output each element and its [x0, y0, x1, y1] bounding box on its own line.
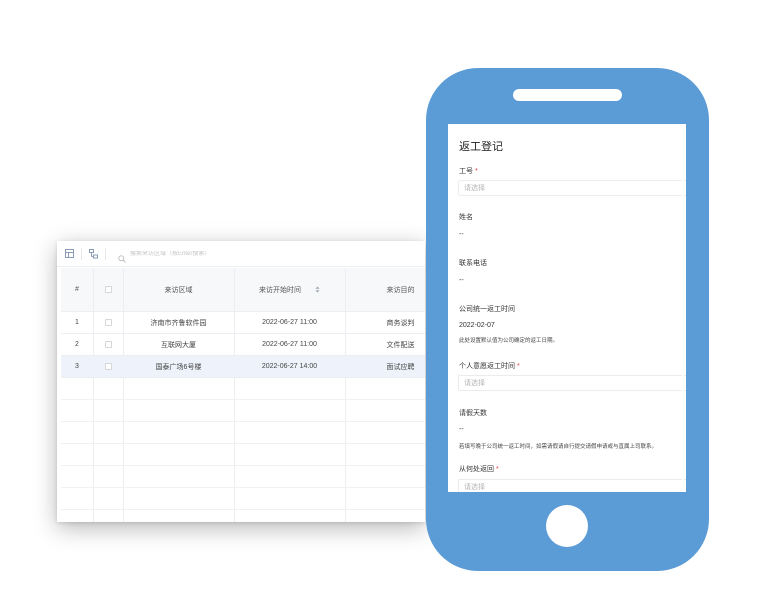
name-value: --: [459, 231, 464, 238]
column-header-index: #: [75, 286, 79, 293]
select-all-checkbox-cell: [93, 268, 123, 311]
row-checkbox[interactable]: [104, 319, 112, 326]
table-settings-icon[interactable]: [64, 248, 75, 259]
row-start-time: 2022-06-27 14:00: [261, 363, 318, 370]
name-label: 姓名: [459, 214, 473, 221]
table-toolbar: [57, 241, 425, 267]
row-purpose-link[interactable]: 文件配送: [345, 334, 425, 355]
required-marker: *: [496, 466, 499, 473]
phone-speaker: [513, 89, 622, 101]
row-checkbox[interactable]: [104, 341, 112, 348]
column-header-purpose[interactable]: 来访目的: [345, 268, 425, 311]
form-title: 返工登记: [459, 141, 503, 153]
row-start-time: 2022-06-27 11:00: [262, 341, 317, 348]
row-area-link[interactable]: 国泰广场6号楼: [123, 356, 234, 377]
row-index: 1: [75, 319, 79, 326]
table-row[interactable]: 3 国泰广场6号楼 2022-06-27 14:00 面试应聘: [61, 356, 425, 378]
personal-return-date-picker[interactable]: [458, 375, 686, 391]
empty-row: [61, 378, 425, 400]
row-purpose-link[interactable]: 面试应聘: [345, 356, 425, 377]
row-checkbox-cell: [93, 312, 123, 333]
screen-scrollbar[interactable]: [682, 124, 684, 492]
row-area-link[interactable]: 济南市齐鲁软件园: [123, 312, 234, 333]
search-input[interactable]: [130, 250, 280, 257]
phone-screen: 返工登记 工号* 姓名 -- 联系电话 -- 公司统一返工时间 2022-02-…: [448, 124, 686, 492]
employee-id-select[interactable]: [458, 180, 686, 196]
visitor-table: # 来访区域 来访开始时间 来访目的 1 济南市齐鲁软件园 2022-06-27…: [61, 268, 425, 522]
return-from-label-text: 从何处返回: [459, 466, 494, 473]
employee-id-label: 工号 *: [459, 166, 478, 176]
table-search: [118, 250, 280, 263]
table-header: # 来访区域 来访开始时间 来访目的: [61, 268, 425, 312]
row-checkbox-cell: [93, 356, 123, 377]
search-icon: [118, 250, 126, 263]
leave-days-hint: 若填写晚于公司统一返工时间，如需请假请自行提交请假申请或与直属上司联系。: [459, 444, 658, 450]
leave-days-value: --: [459, 426, 464, 433]
empty-row: [61, 466, 425, 488]
phone-label: 联系电话: [459, 260, 487, 267]
row-index: 2: [75, 341, 79, 348]
leave-days-label: 请假天数: [459, 410, 487, 417]
required-marker: *: [475, 168, 478, 175]
row-index: 3: [75, 363, 79, 370]
row-area-link[interactable]: 互联网大厦: [123, 334, 234, 355]
toolbar-divider: [105, 247, 106, 260]
return-from-label: 从何处返回 *: [459, 464, 499, 474]
company-return-date-value: 2022-02-07: [459, 322, 495, 329]
phone-home-button[interactable]: [546, 505, 588, 547]
visitor-table-window: # 来访区域 来访开始时间 来访目的 1 济南市齐鲁软件园 2022-06-27…: [57, 241, 425, 522]
column-header-area[interactable]: 来访区域: [123, 268, 234, 311]
empty-row: [61, 510, 425, 522]
return-from-select[interactable]: [458, 479, 686, 492]
empty-row: [61, 422, 425, 444]
empty-row: [61, 488, 425, 510]
empty-row: [61, 444, 425, 466]
filter-icon[interactable]: [88, 248, 99, 259]
company-return-date-hint: 此处设置默认值为公司确定的返工日期。: [459, 338, 559, 344]
sort-icon[interactable]: [315, 286, 320, 293]
required-marker: *: [517, 363, 520, 370]
toolbar-divider: [81, 247, 82, 260]
select-all-checkbox[interactable]: [104, 286, 112, 293]
column-header-start-time[interactable]: 来访开始时间: [234, 268, 345, 311]
table-row[interactable]: 2 互联网大厦 2022-06-27 11:00 文件配送: [61, 334, 425, 356]
empty-row: [61, 400, 425, 422]
row-checkbox[interactable]: [104, 363, 112, 370]
column-header-start-time-label: 来访开始时间: [259, 286, 301, 294]
row-start-time: 2022-06-27 11:00: [262, 319, 317, 326]
employee-id-label-text: 工号: [459, 168, 473, 175]
phone-value: --: [459, 277, 464, 284]
personal-return-date-label-text: 个人意愿返工时间: [459, 363, 515, 370]
table-row[interactable]: 1 济南市齐鲁软件园 2022-06-27 11:00 商务谈判: [61, 312, 425, 334]
row-purpose-link[interactable]: 商务谈判: [345, 312, 425, 333]
row-checkbox-cell: [93, 334, 123, 355]
personal-return-date-label: 个人意愿返工时间 *: [459, 361, 520, 371]
company-return-date-label: 公司统一返工时间: [459, 306, 515, 313]
